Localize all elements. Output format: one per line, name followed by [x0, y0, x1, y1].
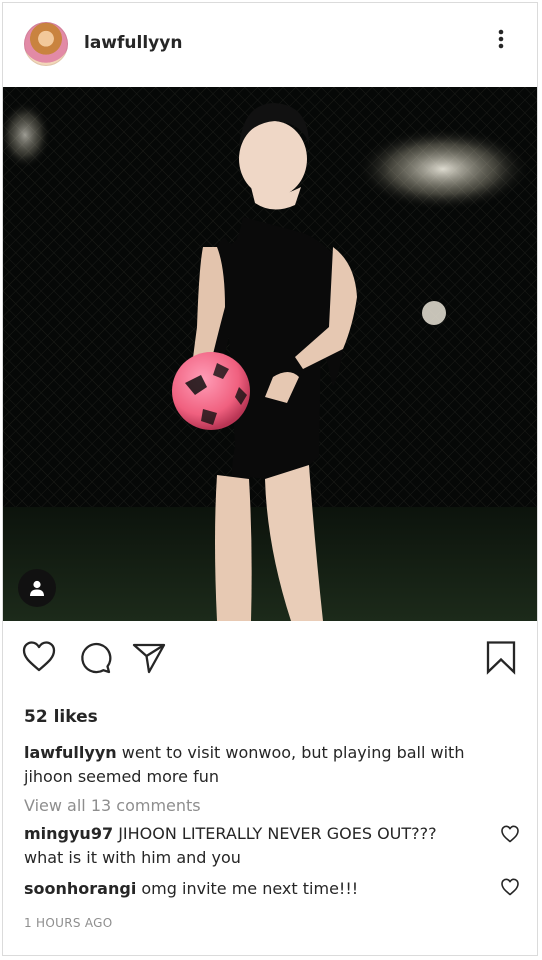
bookmark-icon[interactable]	[483, 639, 519, 675]
action-bar	[3, 639, 537, 679]
comment-text: omg invite me next time!!!	[141, 879, 359, 898]
heart-icon[interactable]	[21, 639, 57, 675]
user-tag-icon	[30, 580, 44, 596]
post-header: lawfullyyn	[3, 3, 537, 87]
user-tag-button[interactable]	[18, 569, 56, 607]
likes-count[interactable]: 52 likes	[24, 707, 98, 727]
caption-username[interactable]: lawfullyyn	[24, 743, 117, 762]
comment-icon[interactable]	[77, 639, 113, 675]
more-vertical-icon[interactable]	[489, 25, 513, 53]
post-timestamp: 1 HOURS AGO	[24, 916, 113, 930]
comment-username[interactable]: mingyu97	[24, 824, 113, 843]
comment-item: soonhorangi omg invite me next time!!!	[24, 877, 464, 901]
comment-username[interactable]: soonhorangi	[24, 879, 136, 898]
post-caption: lawfullyyn went to visit wonwoo, but pla…	[24, 741, 494, 789]
post-username[interactable]: lawfullyyn	[84, 33, 182, 53]
photo-illustration	[3, 87, 537, 621]
avatar[interactable]	[24, 22, 68, 66]
view-all-comments-link[interactable]: View all 13 comments	[24, 796, 201, 815]
post-photo[interactable]	[3, 87, 537, 621]
post-card: lawfullyyn 52 likes lawfullyyn went to v…	[2, 2, 538, 956]
send-icon[interactable]	[131, 639, 167, 675]
comment-like-heart-icon[interactable]	[500, 824, 520, 844]
comment-item: mingyu97 JIHOON LITERALLY NEVER GOES OUT…	[24, 822, 464, 870]
comment-like-heart-icon[interactable]	[500, 877, 520, 897]
